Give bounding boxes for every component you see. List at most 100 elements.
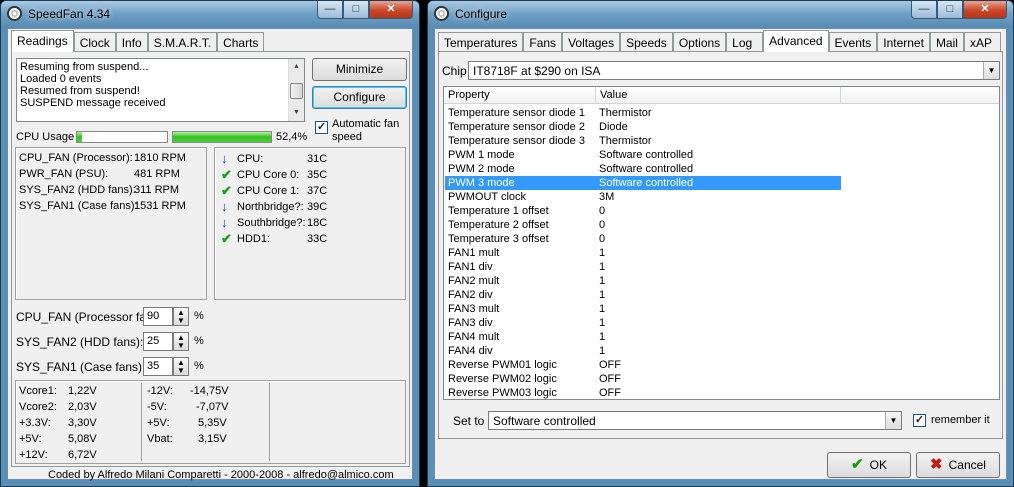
property-row[interactable]: PWM 2 mode Software controlled	[445, 162, 841, 176]
column-header-value[interactable]: Value	[596, 87, 841, 104]
tab-xap[interactable]: xAP	[963, 32, 1001, 51]
property-name: Reverse PWM02 logic	[448, 373, 557, 385]
speed-value[interactable]: 35	[143, 357, 173, 376]
property-row[interactable]: PWMOUT clock 3M	[445, 190, 841, 204]
spin-up-down-icon[interactable]: ▲ ▼	[173, 307, 189, 326]
tab-voltages[interactable]: Voltages	[562, 32, 621, 51]
speed-value[interactable]: 25	[143, 332, 173, 351]
property-row[interactable]: Temperature 3 offset 0	[445, 232, 841, 246]
log-scrollbar[interactable]: ▲ ▼	[288, 59, 304, 121]
close-window-button[interactable]: ✕	[369, 1, 413, 19]
temp-label: CPU Core 1:	[237, 185, 300, 197]
cancel-label: Cancel	[948, 458, 986, 472]
property-name: Temperature sensor diode 2	[448, 121, 585, 133]
voltage-divider	[269, 383, 270, 461]
property-row[interactable]: Temperature sensor diode 1 Thermistor	[445, 106, 841, 120]
property-value: Software controlled	[599, 149, 694, 161]
close-window-button[interactable]: ✕	[963, 1, 1007, 19]
property-row[interactable]: Reverse PWM03 logic OFF	[445, 386, 841, 399]
property-row[interactable]: Temperature 2 offset 0	[445, 218, 841, 232]
tab-events[interactable]: Events	[828, 32, 878, 51]
speed-unit: %	[194, 360, 204, 372]
property-list[interactable]: Property Value Temperature sensor diode …	[443, 86, 1000, 400]
checkmark-icon: ✔	[851, 456, 864, 473]
log-line: SUSPEND message received	[20, 97, 166, 109]
tab-info[interactable]: Info	[115, 32, 148, 51]
column-header-property[interactable]: Property	[444, 87, 596, 104]
sys-fan1-speed-stepper[interactable]: 35 ▲ ▼	[143, 357, 189, 376]
tab-temperatures[interactable]: Temperatures	[438, 32, 524, 51]
tab-advanced[interactable]: Advanced	[763, 30, 829, 52]
spin-up-down-icon[interactable]: ▲ ▼	[173, 332, 189, 351]
tab-readings[interactable]: Readings	[11, 30, 74, 52]
minimize-window-button[interactable]: —	[911, 1, 937, 19]
sys-fan2-speed-stepper[interactable]: 25 ▲ ▼	[143, 332, 189, 351]
property-row[interactable]: FAN1 mult 1	[445, 246, 841, 260]
tab-log[interactable]: Log	[726, 32, 764, 51]
property-row[interactable]: FAN1 div 1	[445, 260, 841, 274]
event-log[interactable]: Resuming from suspend... Loaded 0 events…	[16, 58, 305, 122]
property-row[interactable]: Temperature sensor diode 3 Thermistor	[445, 134, 841, 148]
tab-mail[interactable]: Mail	[929, 32, 964, 51]
property-value: 1	[599, 331, 606, 343]
tab-fans[interactable]: Fans	[523, 32, 563, 51]
property-row[interactable]: Reverse PWM02 logic OFF	[445, 372, 841, 386]
property-row[interactable]: FAN4 div 1	[445, 344, 841, 358]
spin-up-down-icon[interactable]: ▲ ▼	[173, 357, 189, 376]
property-row[interactable]: FAN4 mult 1	[445, 330, 841, 344]
fan-label: SYS_FAN2 (HDD fans):	[19, 184, 136, 196]
credits-footer: Coded by Alfredo Milani Comparetti - 200…	[48, 469, 394, 481]
configure-titlebar[interactable]: Configure — □ ✕	[428, 1, 1013, 27]
log-scroll-thumb[interactable]	[290, 83, 303, 99]
temp-value: 37C	[307, 185, 328, 197]
speedfan-titlebar[interactable]: SpeedFan 4.34 — □ ✕	[1, 1, 419, 27]
property-name: FAN4 mult	[448, 331, 500, 343]
property-row[interactable]: FAN2 div 1	[445, 288, 841, 302]
scroll-up-icon[interactable]: ▲	[289, 59, 304, 75]
property-value: OFF	[599, 359, 621, 371]
speed-value[interactable]: 90	[143, 307, 173, 326]
tab-options[interactable]: Options	[672, 32, 727, 51]
configure-button[interactable]: Configure	[312, 86, 407, 109]
tab-charts[interactable]: Charts	[217, 32, 265, 51]
maximize-window-button[interactable]: □	[343, 1, 369, 19]
property-row[interactable]: PWM 1 mode Software controlled	[445, 148, 841, 162]
chip-select[interactable]: IT8718F at $290 on ISA ▼	[468, 61, 1000, 80]
voltage-label: Vcore2:	[19, 401, 57, 413]
property-row[interactable]: Reverse PWM01 logic OFF	[445, 358, 841, 372]
automatic-fan-speed-checkbox[interactable]: ✓	[315, 121, 328, 134]
property-row[interactable]: PWM 3 mode Software controlled	[445, 176, 841, 190]
cpu-fan-speed-stepper[interactable]: 90 ▲ ▼	[143, 307, 189, 326]
readings-panel: Resuming from suspend... Loaded 0 events…	[11, 51, 410, 467]
property-row[interactable]: FAN2 mult 1	[445, 274, 841, 288]
fan-label: SYS_FAN1 (Case fans):	[19, 200, 138, 212]
property-row[interactable]: Temperature 1 offset 0	[445, 204, 841, 218]
tab-smart[interactable]: S.M.A.R.T.	[147, 32, 218, 51]
set-to-select[interactable]: Software controlled ▼	[488, 411, 902, 430]
property-value: 1	[599, 275, 606, 287]
chevron-down-icon[interactable]: ▼	[885, 412, 901, 429]
property-row[interactable]: FAN3 div 1	[445, 316, 841, 330]
remember-it-checkbox[interactable]: ✓	[913, 414, 926, 427]
minimize-button[interactable]: Minimize	[312, 58, 407, 81]
temperature-readings-group: ↓ CPU: 31C ✔ CPU Core 0: 35C ✔ CPU Core …	[214, 147, 406, 300]
minimize-window-button[interactable]: —	[317, 1, 343, 19]
maximize-window-button[interactable]: □	[937, 1, 963, 19]
scroll-down-icon[interactable]: ▼	[289, 105, 304, 121]
cancel-button[interactable]: ✖ Cancel	[916, 452, 1000, 478]
property-value: 1	[599, 261, 606, 273]
tab-clock[interactable]: Clock	[73, 32, 116, 51]
speed-label: SYS_FAN1 (Case fans):	[16, 360, 146, 374]
tab-speeds[interactable]: Speeds	[620, 32, 673, 51]
set-to-select-value: Software controlled	[493, 414, 596, 428]
chevron-down-icon[interactable]: ▼	[983, 62, 999, 79]
speed-unit: %	[194, 335, 204, 347]
property-row[interactable]: Temperature sensor diode 2 Diode	[445, 120, 841, 134]
property-row[interactable]: FAN3 mult 1	[445, 302, 841, 316]
property-value: OFF	[599, 373, 621, 385]
property-name: Temperature sensor diode 3	[448, 135, 585, 147]
voltage-label: +12V:	[19, 449, 48, 461]
log-line: Resumed from suspend!	[20, 85, 140, 97]
ok-button[interactable]: ✔ OK	[827, 452, 911, 478]
tab-internet[interactable]: Internet	[877, 32, 930, 51]
